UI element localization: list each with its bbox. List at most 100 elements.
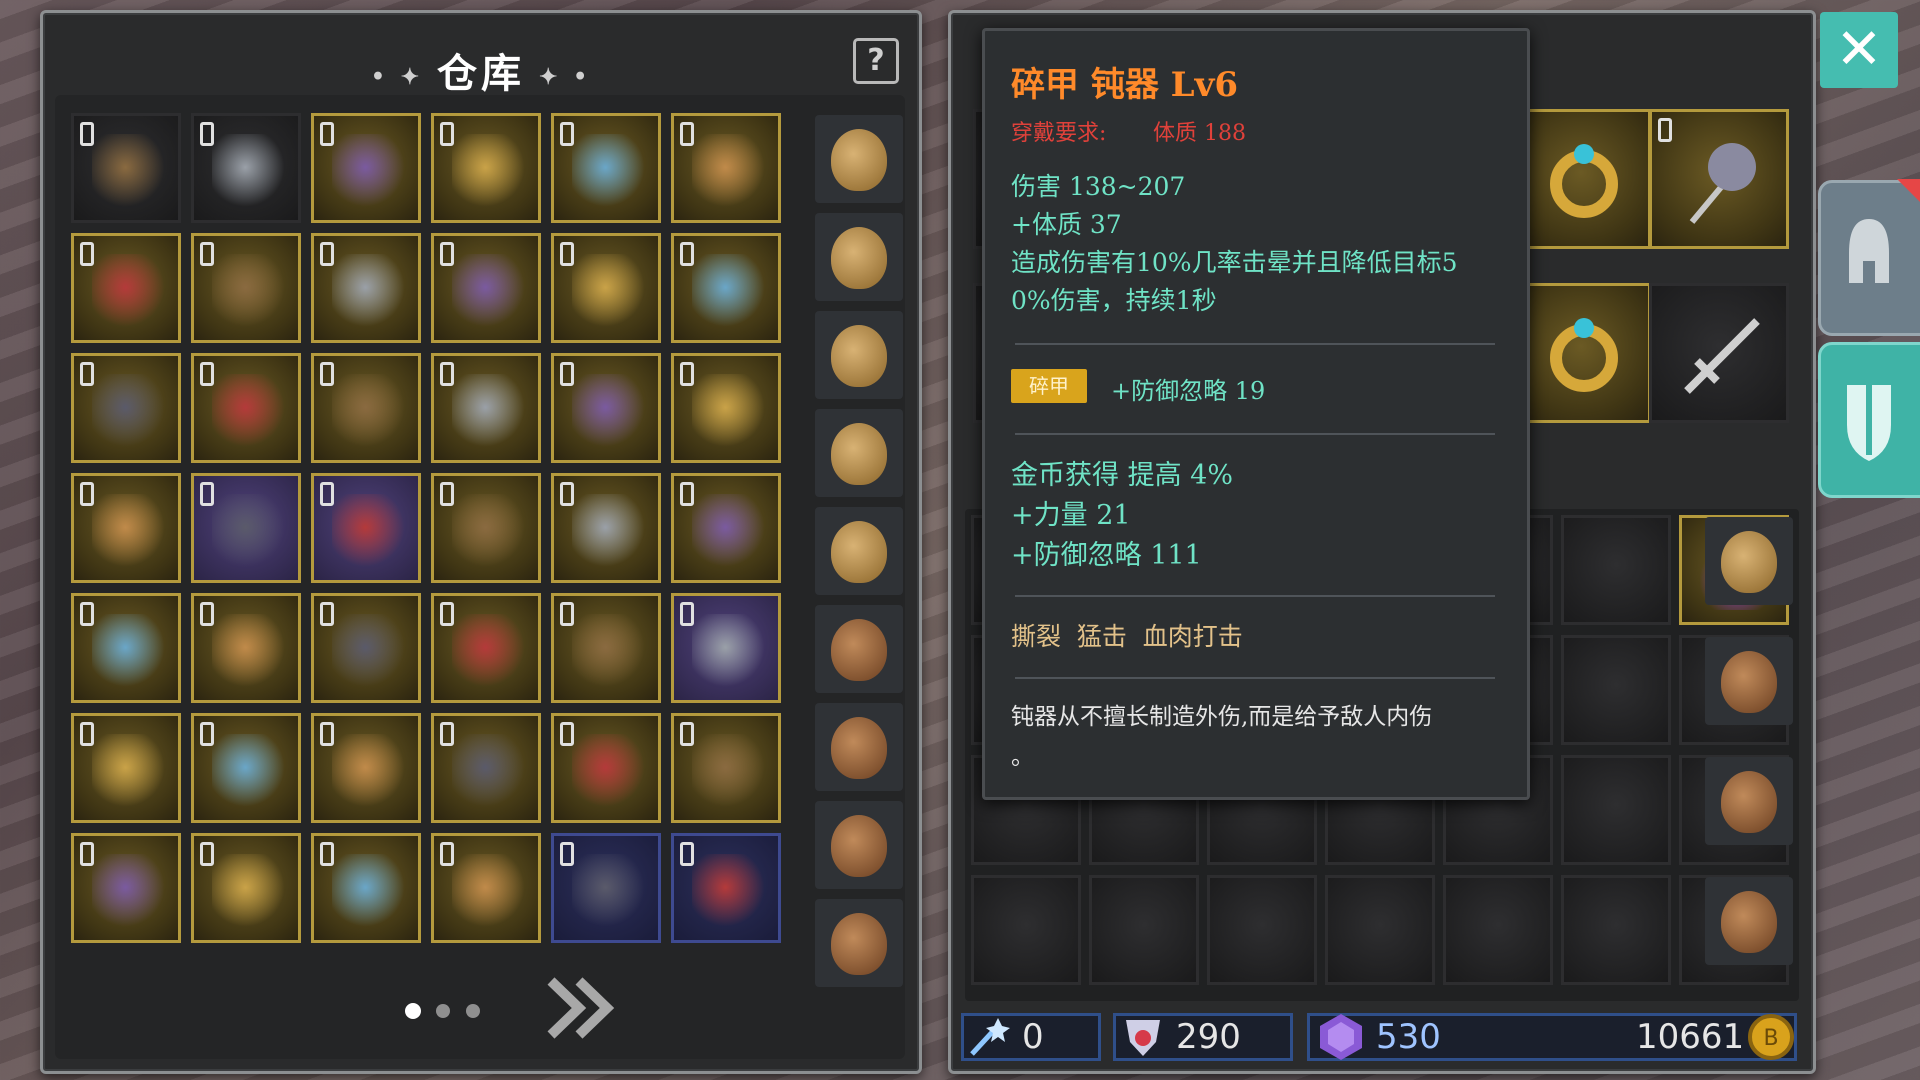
effect-text-line1: 造成伤害有10%几率击晕并且降低目标5 [1011, 248, 1458, 277]
warehouse-slot[interactable] [431, 113, 541, 223]
warehouse-slot[interactable] [71, 353, 181, 463]
warehouse-slot[interactable] [551, 353, 661, 463]
warehouse-slot[interactable] [431, 233, 541, 343]
warehouse-slot[interactable] [191, 353, 301, 463]
warehouse-slot[interactable] [431, 713, 541, 823]
inventory-slot[interactable] [1207, 875, 1317, 985]
warehouse-slot[interactable] [311, 593, 421, 703]
warehouse-slot[interactable] [671, 113, 781, 223]
next-page-button[interactable] [543, 973, 623, 1043]
warehouse-slot[interactable] [671, 233, 781, 343]
equip-slot-ring-1[interactable] [1511, 109, 1651, 249]
item-icon [332, 614, 406, 688]
bag-slot[interactable] [1705, 517, 1793, 605]
bag-slot[interactable] [815, 213, 903, 301]
warehouse-slot[interactable] [311, 473, 421, 583]
warehouse-slot[interactable] [671, 593, 781, 703]
warehouse-slot[interactable] [671, 713, 781, 823]
warehouse-panel: • ✦ 仓库 ✦ • ? [40, 10, 922, 1074]
bag-icon [831, 619, 887, 681]
bag-slot[interactable] [815, 115, 903, 203]
help-button[interactable]: ? [853, 38, 899, 84]
item-icon [212, 734, 286, 808]
bag-slot[interactable] [815, 899, 903, 987]
warehouse-slot[interactable] [431, 473, 541, 583]
bag-slot[interactable] [815, 507, 903, 595]
warehouse-slot[interactable] [71, 113, 181, 223]
item-icon [692, 494, 766, 568]
warehouse-slot[interactable] [71, 593, 181, 703]
bag-slot[interactable] [815, 311, 903, 399]
warehouse-slot[interactable] [551, 593, 661, 703]
inventory-slot[interactable] [1089, 875, 1199, 985]
bonus-defense-ignore: +防御忽略 111 [1011, 540, 1202, 571]
equip-slot-ring-2[interactable] [1511, 283, 1651, 423]
bag-icon [831, 325, 887, 387]
wand-counter: 0 [961, 1013, 1101, 1061]
inventory-slot[interactable] [1443, 875, 1553, 985]
warehouse-slot[interactable] [191, 113, 301, 223]
item-icon [452, 614, 526, 688]
bag-slot[interactable] [1705, 637, 1793, 725]
warehouse-slot[interactable] [191, 593, 301, 703]
inventory-slot[interactable] [1561, 755, 1671, 865]
shield-sword-icon [1847, 379, 1891, 461]
warehouse-slot[interactable] [311, 713, 421, 823]
warehouse-slot[interactable] [431, 353, 541, 463]
warehouse-slot[interactable] [191, 233, 301, 343]
equip-slot-offhand-empty[interactable] [1649, 283, 1789, 423]
inventory-slot[interactable] [1561, 875, 1671, 985]
bag-slot[interactable] [815, 409, 903, 497]
item-tooltip: 碎甲 钝器 Lv6 穿戴要求: 体质 188 伤害 138~207 +体质 37… [982, 28, 1530, 800]
close-button[interactable]: ✕ [1820, 12, 1898, 88]
warehouse-slot[interactable] [71, 713, 181, 823]
page-dot-1[interactable] [405, 1003, 421, 1019]
item-icon [212, 374, 286, 448]
equip-slot-weapon[interactable] [1649, 109, 1789, 249]
inventory-slot[interactable] [1561, 515, 1671, 625]
warehouse-slot[interactable] [551, 233, 661, 343]
tab-equipment[interactable] [1818, 179, 1920, 336]
warehouse-slot[interactable] [551, 713, 661, 823]
inventory-slot[interactable] [971, 875, 1081, 985]
warehouse-slot[interactable] [191, 713, 301, 823]
warehouse-slot[interactable] [431, 833, 541, 943]
page-dot-2[interactable] [436, 1004, 450, 1018]
warehouse-slot[interactable] [671, 353, 781, 463]
item-icon [452, 134, 526, 208]
warehouse-slot[interactable] [311, 833, 421, 943]
item-icon [572, 734, 646, 808]
bag-slot[interactable] [815, 703, 903, 791]
page-dot-3[interactable] [466, 1004, 480, 1018]
ring-icon [1550, 318, 1618, 392]
item-icon [452, 494, 526, 568]
warehouse-slot[interactable] [71, 473, 181, 583]
warehouse-slot[interactable] [71, 233, 181, 343]
bonus-strength: +力量 21 [1011, 500, 1131, 531]
bag-slot[interactable] [815, 605, 903, 693]
warehouse-slot[interactable] [71, 833, 181, 943]
inventory-slot[interactable] [1325, 875, 1435, 985]
warehouse-slot[interactable] [671, 833, 781, 943]
bag-slot[interactable] [1705, 757, 1793, 845]
inventory-slot[interactable] [1561, 635, 1671, 745]
warehouse-slot[interactable] [311, 233, 421, 343]
warehouse-slot[interactable] [431, 593, 541, 703]
warehouse-slot[interactable] [191, 833, 301, 943]
warehouse-slot[interactable] [551, 473, 661, 583]
requirement-label: 穿戴要求: [1011, 121, 1107, 146]
skill-list: 撕裂 猛击 血肉打击 [1011, 622, 1243, 651]
warehouse-slot[interactable] [311, 353, 421, 463]
bag-slot[interactable] [1705, 877, 1793, 965]
warehouse-slot[interactable] [191, 473, 301, 583]
warehouse-slot[interactable] [551, 833, 661, 943]
warehouse-slot[interactable] [671, 473, 781, 583]
warehouse-slot[interactable] [311, 113, 421, 223]
item-icon [692, 134, 766, 208]
bag-slot[interactable] [815, 801, 903, 889]
bag-icon [1721, 531, 1777, 593]
tab-shield[interactable] [1818, 342, 1920, 498]
warehouse-slot[interactable] [551, 113, 661, 223]
item-icon [692, 734, 766, 808]
item-icon [212, 614, 286, 688]
